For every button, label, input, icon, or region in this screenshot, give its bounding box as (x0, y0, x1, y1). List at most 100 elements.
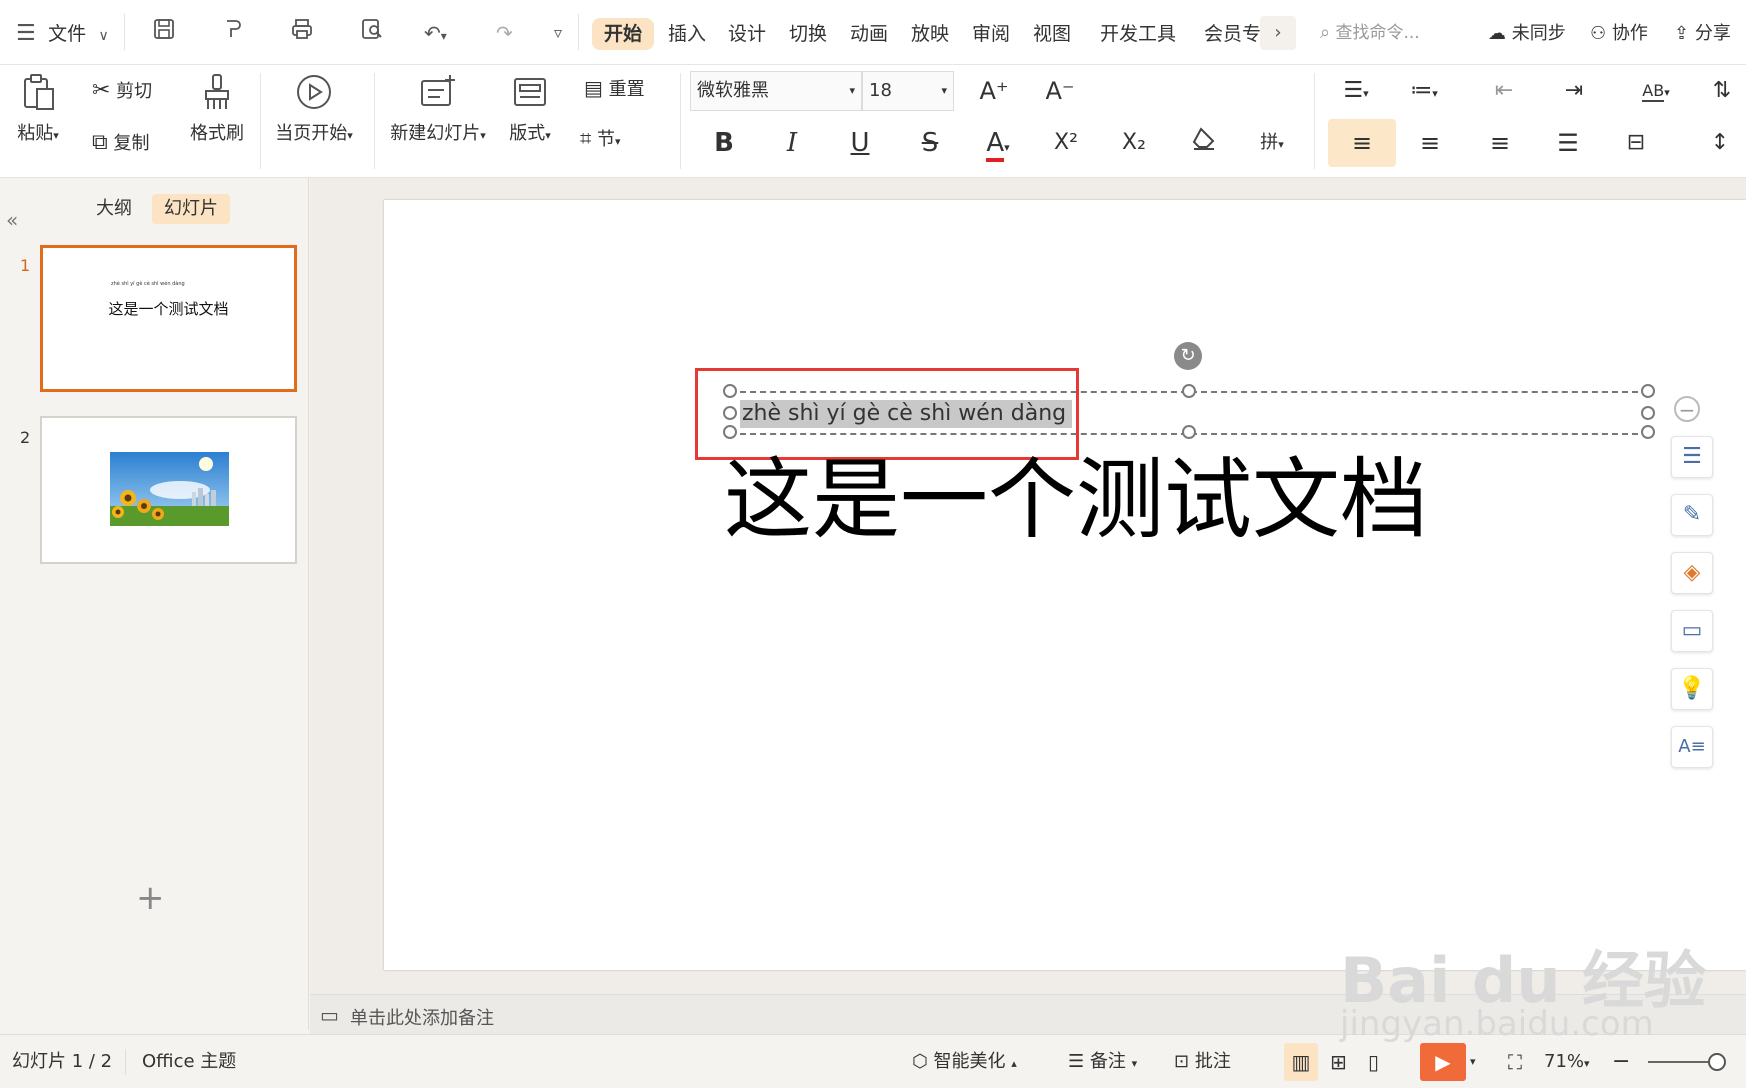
notes-icon: ☰ (1068, 1051, 1085, 1072)
fill-icon[interactable]: ◈ (1671, 552, 1713, 594)
strikethrough-button[interactable]: S (908, 121, 952, 165)
new-slide-button[interactable]: 新建幻灯片▾ (384, 73, 492, 145)
redo-icon[interactable]: ↷ (496, 17, 513, 49)
tab-review[interactable]: 审阅 (968, 18, 1014, 50)
numbered-list-icon[interactable]: ≔▾ (1402, 69, 1446, 113)
slide-thumbnail-2[interactable] (40, 416, 297, 564)
normal-view-icon[interactable]: ▥ (1284, 1043, 1318, 1081)
decrease-indent-icon[interactable]: ⇤ (1482, 69, 1526, 113)
sort-icon[interactable]: ⇅ (1700, 69, 1744, 113)
tab-home[interactable]: 开始 (592, 18, 655, 50)
quick-access-dropdown-icon[interactable]: ▿ (554, 17, 562, 49)
slide-thumbnail-1[interactable]: zhè shì yí gè cè shì wén dàng 这是一个测试文档 (40, 245, 297, 392)
zoom-out-button[interactable]: − (1612, 1049, 1630, 1075)
format-painter-button[interactable]: 格式刷 (186, 73, 248, 145)
chevron-down-icon[interactable]: ▾ (1470, 1049, 1476, 1075)
comment-icon: ▭ (320, 1003, 339, 1027)
resize-handle[interactable] (1182, 384, 1196, 398)
format-painter-quick-icon[interactable] (222, 17, 246, 49)
distributed-align-icon[interactable]: ⊟ (1614, 121, 1658, 165)
tab-developer[interactable]: 开发工具 (1096, 18, 1180, 50)
slide-canvas[interactable]: zhè shì yí gè cè shì wén dàng ↻ 这是一个测试文档 (384, 200, 1746, 970)
tab-transition[interactable]: 切换 (785, 18, 831, 50)
more-tabs-button[interactable]: › (1260, 16, 1296, 50)
tab-design[interactable]: 设计 (724, 18, 770, 50)
file-menu[interactable]: ☰ 文件 ∨ (16, 17, 109, 49)
align-center-icon[interactable]: ≡ (1408, 121, 1452, 165)
resize-handle[interactable] (1641, 425, 1655, 439)
italic-button[interactable]: I (770, 121, 814, 165)
font-color-button[interactable]: A▾ (976, 121, 1020, 165)
save-icon[interactable] (152, 17, 176, 49)
tab-outline[interactable]: 大纲 (90, 194, 138, 224)
tab-member[interactable]: 会员专 (1200, 18, 1265, 50)
border-icon[interactable]: ▭ (1671, 610, 1713, 652)
clear-format-icon[interactable] (1182, 121, 1226, 165)
comments-button[interactable]: ⊡ 批注 (1174, 1049, 1231, 1075)
tab-animation[interactable]: 动画 (846, 18, 892, 50)
watermark-url: jingyan.baidu.com (1340, 1004, 1654, 1044)
superscript-button[interactable]: X² (1044, 121, 1088, 165)
play-from-current-label: 当页开始 (275, 123, 348, 144)
decrease-font-button[interactable]: A⁻ (1038, 69, 1082, 113)
tab-slides[interactable]: 幻灯片 (152, 194, 230, 224)
layout-label: 版式 (509, 123, 546, 144)
pinyin-guide-icon[interactable]: 拼▾ (1250, 121, 1294, 165)
paste-button[interactable]: 粘贴▾ (10, 73, 66, 145)
smart-beautify-button[interactable]: ⬡ 智能美化 ▴ (912, 1049, 1017, 1075)
notes-toggle-button[interactable]: ☰ 备注 ▾ (1068, 1049, 1137, 1075)
bullet-list-icon[interactable]: ☰▾ (1334, 69, 1378, 113)
menu-bar: ☰ 文件 ∨ ↶▾ ↷ ▿ 开始 插入 设计 切换 动画 放映 审阅 视图 开发… (0, 0, 1746, 65)
resize-handle[interactable] (1641, 384, 1655, 398)
share-button[interactable]: ⇪ 分享 (1674, 18, 1731, 50)
align-right-icon[interactable]: ≡ (1478, 121, 1522, 165)
text-direction-icon[interactable]: AB▾ (1634, 69, 1678, 113)
theme-name[interactable]: Office 主题 (142, 1049, 236, 1075)
layers-icon[interactable]: ☰ (1671, 436, 1713, 478)
slide-sorter-icon[interactable]: ⊞ (1330, 1049, 1347, 1075)
subscript-button[interactable]: X₂ (1112, 121, 1156, 165)
print-icon[interactable] (290, 17, 314, 49)
fit-window-icon[interactable]: ⛶ (1508, 1049, 1522, 1075)
tab-view[interactable]: 视图 (1029, 18, 1075, 50)
play-slideshow-button[interactable]: ▶ (1420, 1043, 1466, 1081)
font-size-select[interactable]: 18 ▾ (862, 71, 954, 111)
zoom-slider-thumb[interactable] (1708, 1053, 1726, 1071)
reset-button[interactable]: ▤ 重置 (584, 75, 645, 101)
collaborate-button[interactable]: ⚇ 协作 (1590, 18, 1648, 50)
collapse-panel-button[interactable]: « (6, 208, 18, 232)
increase-font-button[interactable]: A⁺ (972, 69, 1016, 113)
cut-button[interactable]: ✂ 剪切 (92, 77, 152, 103)
bold-button[interactable]: B (702, 121, 746, 165)
divider (680, 73, 681, 169)
command-search[interactable]: ⌕ 查找命令... (1320, 16, 1470, 50)
lightbulb-icon[interactable]: 💡 (1671, 668, 1713, 710)
underline-button[interactable]: U (838, 121, 882, 165)
undo-icon[interactable]: ↶▾ (424, 17, 447, 49)
add-slide-button[interactable]: + (136, 878, 165, 918)
resize-handle[interactable] (1182, 425, 1196, 439)
layout-button[interactable]: 版式▾ (502, 73, 558, 145)
reading-view-icon[interactable]: ▯ (1368, 1049, 1379, 1075)
section-button[interactable]: ⌗ 节▾ (580, 125, 621, 151)
font-name-select[interactable]: 微软雅黑 ▾ (690, 71, 862, 111)
copy-button[interactable]: ⧉ 复制 (92, 129, 149, 155)
collapse-tools-icon[interactable]: − (1674, 396, 1700, 422)
sync-status[interactable]: ☁ 未同步 (1488, 18, 1566, 50)
print-preview-icon[interactable] (360, 17, 384, 49)
pen-icon[interactable]: ✎ (1671, 494, 1713, 536)
share-label: 分享 (1694, 23, 1731, 44)
text-select-icon[interactable]: A≡ (1671, 726, 1713, 768)
tab-insert[interactable]: 插入 (664, 18, 710, 50)
resize-handle[interactable] (1641, 406, 1655, 420)
zoom-level[interactable]: 71%▾ (1544, 1049, 1590, 1075)
rotate-handle-icon[interactable]: ↻ (1174, 342, 1202, 370)
play-from-current-button[interactable]: 当页开始▾ (270, 73, 358, 145)
line-spacing-icon[interactable]: ↕ (1698, 121, 1742, 165)
align-left-button[interactable]: ≡ (1328, 119, 1396, 167)
new-slide-icon (384, 73, 492, 113)
increase-indent-icon[interactable]: ⇥ (1552, 69, 1596, 113)
tab-slideshow[interactable]: 放映 (907, 18, 953, 50)
slide-title[interactable]: 这是一个测试文档 (724, 450, 1464, 550)
justify-icon[interactable]: ☰ (1546, 121, 1590, 165)
